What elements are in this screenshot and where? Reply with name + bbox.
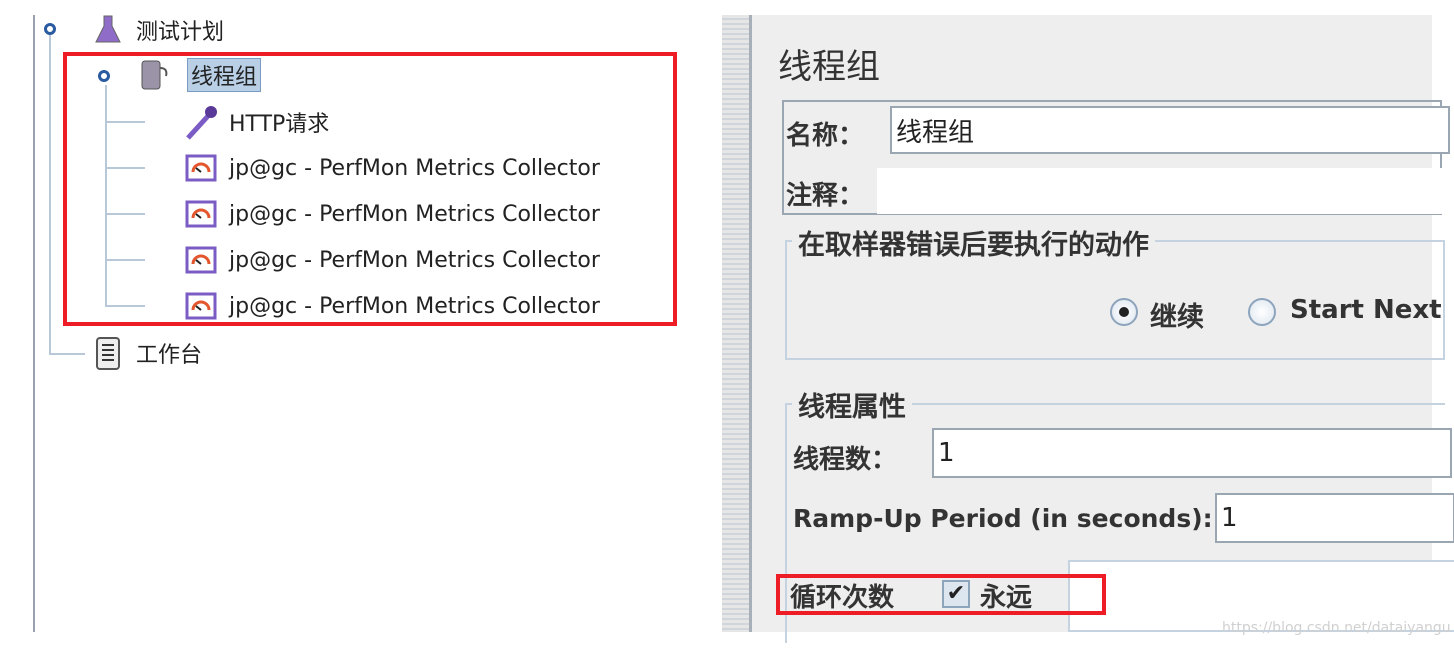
split-pane-divider[interactable] bbox=[722, 15, 752, 632]
name-label: 名称： bbox=[786, 121, 865, 151]
error-action-legend: 在取样器错误后要执行的动作 bbox=[792, 223, 1155, 262]
thread-properties-legend: 线程属性 bbox=[792, 385, 912, 424]
collapse-toggle[interactable] bbox=[44, 23, 56, 35]
name-input[interactable]: 线程组 bbox=[890, 106, 1450, 154]
radio-continue[interactable] bbox=[1110, 298, 1138, 326]
threads-input[interactable]: 1 bbox=[932, 428, 1452, 478]
thread-group-panel: 线程组 名称： 线程组 注释： 在取样器错误后要执行的动作 继续 Start N… bbox=[752, 15, 1454, 643]
clipboard-icon bbox=[90, 335, 126, 371]
tree-node-workbench[interactable]: 工作台 bbox=[90, 335, 202, 371]
threads-label: 线程数： bbox=[793, 445, 898, 475]
radio-start-next-label: Start Next bbox=[1290, 295, 1442, 325]
watermark: https://blog.csdn.net/dataiyangu bbox=[1222, 620, 1451, 636]
rampup-label: Ramp-Up Period (in seconds): bbox=[793, 504, 1213, 533]
panel-title: 线程组 bbox=[778, 47, 880, 87]
comment-input[interactable] bbox=[877, 168, 1447, 214]
rampup-input[interactable]: 1 bbox=[1215, 493, 1454, 543]
highlight-box bbox=[63, 52, 677, 326]
radio-start-next[interactable] bbox=[1248, 298, 1276, 326]
highlight-box bbox=[776, 574, 1106, 615]
comment-label: 注释： bbox=[786, 181, 865, 211]
tree-node-test-plan[interactable]: 测试计划 bbox=[90, 12, 224, 48]
radio-continue-label: 继续 bbox=[1150, 302, 1204, 333]
flask-icon bbox=[90, 12, 126, 48]
